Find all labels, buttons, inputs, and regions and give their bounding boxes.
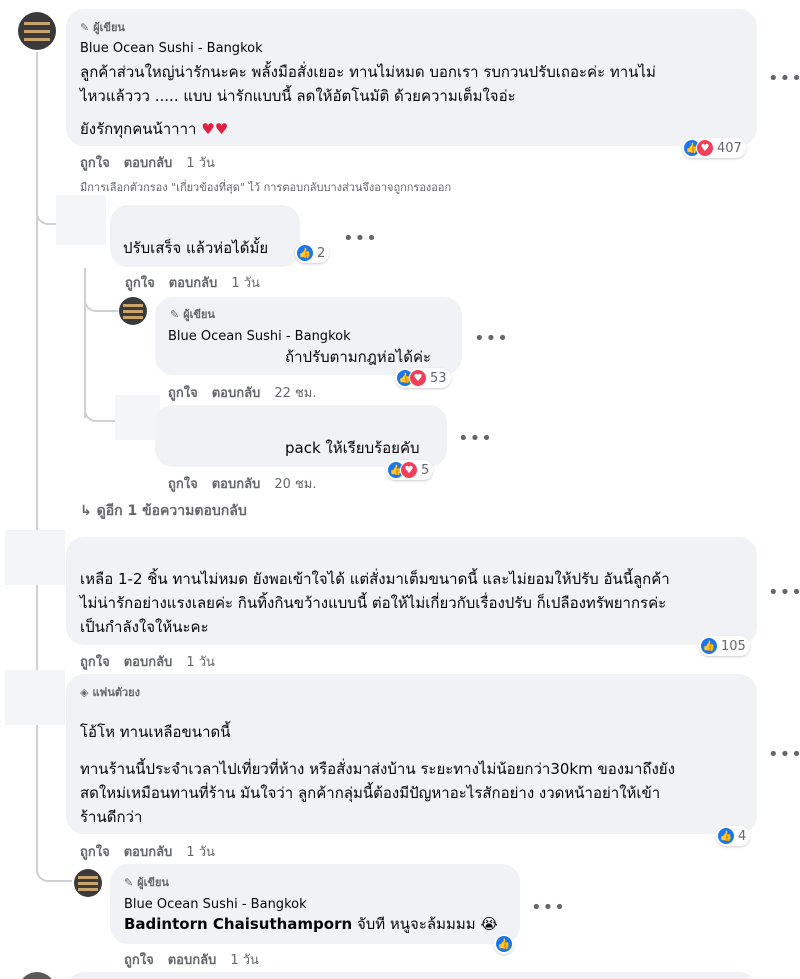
timestamp[interactable]: 20 ชม. <box>274 473 316 494</box>
like-button[interactable]: ถูกใจ <box>124 949 154 970</box>
comment-text: ปรับเสร็จ แล้วห่อได้มั้ย <box>123 239 269 257</box>
diamond-icon: ◈ <box>80 685 89 699</box>
like-button[interactable]: ถูกใจ <box>80 841 110 862</box>
more-options-icon[interactable]: ••• <box>768 68 800 89</box>
reply-arrow-icon: ↳ <box>80 503 97 519</box>
comment-actions: ถูกใจ ตอบกลับ 22 ชม. <box>168 382 317 403</box>
pencil-icon: ✎ <box>80 20 90 34</box>
more-options-icon[interactable]: ••• <box>768 744 800 765</box>
comment-actions: ถูกใจ ตอบกลับ 1 วัน <box>125 272 260 293</box>
reply-button[interactable]: ตอบกลับ <box>212 382 261 403</box>
reply-button[interactable]: ตอบกลับ <box>168 949 217 970</box>
comment-text: ลูกค้าส่วนใหญ่น่ารักนะคะ พลั้งมือสั่งเยอ… <box>80 63 656 81</box>
commenter-name[interactable]: Blue Ocean Sushi - Bangkok <box>168 329 351 344</box>
commenter-name[interactable]: Blue Ocean Sushi - Bangkok <box>124 897 307 912</box>
reaction-count[interactable]: 👍 105 <box>699 636 750 656</box>
timestamp[interactable]: 1 วัน <box>186 152 215 173</box>
fan-badge: ◈ แฟนตัวยง <box>80 685 141 700</box>
more-options-icon[interactable]: ••• <box>768 582 800 603</box>
reaction-count[interactable]: 👍 2 <box>295 243 330 263</box>
reaction-count[interactable]: 👍 <box>494 934 514 954</box>
reaction-count[interactable]: 👍 4 <box>716 826 751 846</box>
like-button[interactable]: ถูกใจ <box>125 272 155 293</box>
comment-text: โอ้โห ทานเหลือขนาดนี้ <box>80 723 231 741</box>
comment-text: สดใหม่เหมือนทานที่ร้าน มันใจว่า ลูกค้ากล… <box>80 784 661 802</box>
like-icon: 👍 <box>700 637 718 655</box>
like-icon: 👍 <box>495 935 513 953</box>
comment-text: ถ้าปรับตามกฎห่อได้ค่ะ <box>285 348 432 366</box>
avatar[interactable] <box>18 12 56 50</box>
view-more-replies-link[interactable]: ↳ ดูอีก 1 ข้อความตอบกลับ <box>80 500 247 522</box>
love-icon: ♥ <box>400 461 418 479</box>
filter-note: มีการเลือกตัวกรอง "เกี่ยวข้องที่สุด" ไว้… <box>80 181 452 194</box>
comment-text: pack ให้เรียบร้อยคับ <box>285 439 420 457</box>
comment-text: เป็นกำลังใจให้นะคะ <box>80 618 209 636</box>
reply-button[interactable]: ตอบกลับ <box>212 473 261 494</box>
comment-text: ไม่น่ารักอย่างแรงเลยค่ะ กินทิ้งกินขว้างแ… <box>80 594 667 612</box>
reply-button[interactable]: ตอบกลับ <box>124 651 173 672</box>
comment-bubble <box>66 674 757 834</box>
thread-connector <box>84 290 118 312</box>
more-options-icon[interactable]: ••• <box>458 428 493 449</box>
author-badge: ✎ ผู้เขียน <box>124 875 169 890</box>
thread-connector <box>36 858 72 882</box>
comment-text: ทานร้านนี้ประจำเวลาไปเที่ยวที่ห้าง หรือส… <box>80 760 675 778</box>
thread-line <box>36 52 38 872</box>
timestamp[interactable]: 1 วัน <box>186 651 215 672</box>
love-icon: ♥ <box>696 139 714 157</box>
like-button[interactable]: ถูกใจ <box>80 152 110 173</box>
comment-bubble <box>66 972 757 979</box>
reaction-count[interactable]: 👍 ♥ 407 <box>682 138 746 158</box>
comment-actions: ถูกใจ ตอบกลับ 1 วัน <box>124 949 259 970</box>
pencil-icon: ✎ <box>124 875 134 889</box>
mention-link[interactable]: Badintorn Chaisuthamporn <box>124 915 352 933</box>
comment-text: ยังรักทุกคนน้าาาา ♥♥ <box>80 120 229 138</box>
comment-text: ร้านดีกว่า <box>80 808 143 826</box>
author-badge: ✎ ผู้เขียน <box>80 20 125 35</box>
comment-text: Badintorn Chaisuthamporn จับที หนูจะล้มม… <box>124 915 498 933</box>
hidden-avatar <box>115 395 160 440</box>
reply-button[interactable]: ตอบกลับ <box>169 272 218 293</box>
more-options-icon[interactable]: ••• <box>531 897 566 918</box>
like-icon: 👍 <box>296 244 314 262</box>
avatar[interactable] <box>18 972 56 979</box>
like-button[interactable]: ถูกใจ <box>80 651 110 672</box>
timestamp[interactable]: 22 ชม. <box>274 382 316 403</box>
reply-button[interactable]: ตอบกลับ <box>124 152 173 173</box>
like-button[interactable]: ถูกใจ <box>168 473 198 494</box>
comment-text: เหลือ 1-2 ชิ้น ทานไม่หมด ยังพอเข้าใจได้ … <box>80 570 670 588</box>
timestamp[interactable]: 1 วัน <box>186 841 215 862</box>
reply-button[interactable]: ตอบกลับ <box>124 841 173 862</box>
more-options-icon[interactable]: ••• <box>474 328 509 349</box>
more-options-icon[interactable]: ••• <box>343 228 378 249</box>
reaction-count[interactable]: 👍 ♥ 53 <box>395 368 451 388</box>
like-button[interactable]: ถูกใจ <box>168 382 198 403</box>
hidden-avatar <box>5 530 65 585</box>
comment-actions: ถูกใจ ตอบกลับ 1 วัน <box>80 841 215 862</box>
hidden-avatar <box>5 670 65 725</box>
love-icon: ♥ <box>409 369 427 387</box>
comment-actions: ถูกใจ ตอบกลับ 1 วัน <box>80 651 215 672</box>
avatar[interactable] <box>119 297 147 325</box>
comment-actions: ถูกใจ ตอบกลับ 20 ชม. <box>168 473 317 494</box>
like-icon: 👍 <box>717 827 735 845</box>
reaction-count[interactable]: 👍 ♥ 5 <box>386 460 434 480</box>
comment-actions: ถูกใจ ตอบกลับ 1 วัน <box>80 152 215 173</box>
avatar[interactable] <box>74 869 102 897</box>
timestamp[interactable]: 1 วัน <box>230 949 259 970</box>
hidden-avatar <box>56 195 106 245</box>
timestamp[interactable]: 1 วัน <box>231 272 260 293</box>
commenter-name[interactable]: Blue Ocean Sushi - Bangkok <box>80 41 263 56</box>
comment-text: ไหวแล้ววว ..... แบบ น่ารักแบบนี้ ลดให้อั… <box>80 87 516 105</box>
author-badge: ✎ ผู้เขียน <box>170 307 215 322</box>
pencil-icon: ✎ <box>170 307 180 321</box>
